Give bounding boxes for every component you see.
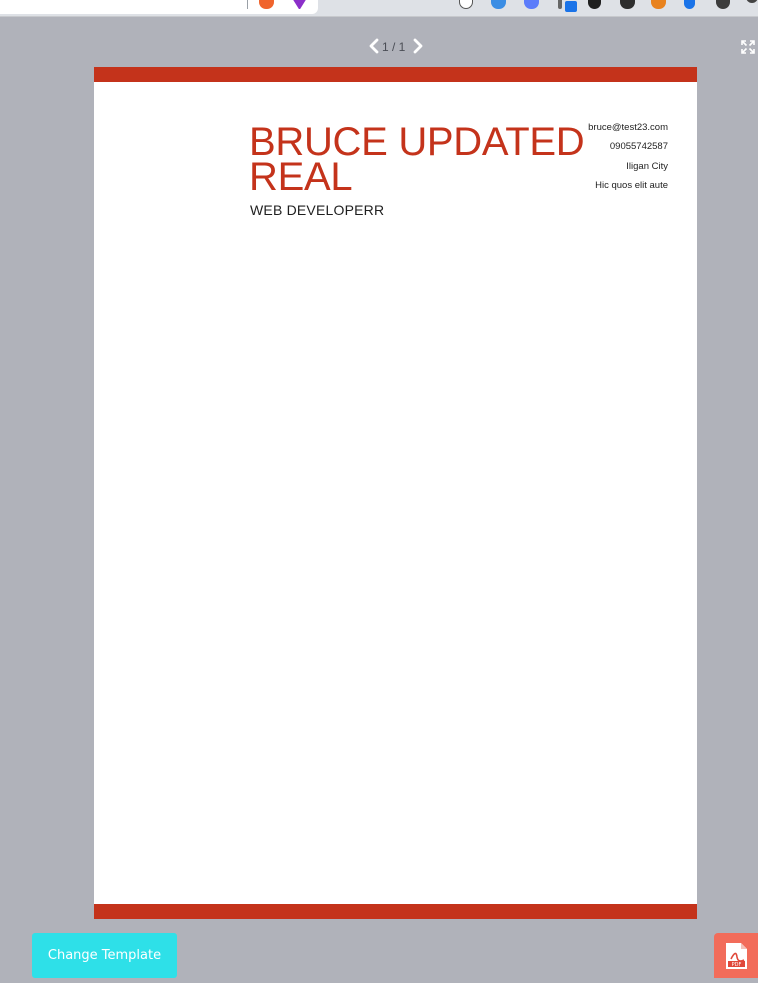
chevron-left-icon bbox=[369, 38, 379, 54]
contact-block: bruce@test23.com 09055742587 Iligan City… bbox=[588, 122, 668, 199]
fullscreen-button[interactable] bbox=[740, 39, 756, 55]
extension-pin-icon[interactable] bbox=[558, 0, 562, 9]
extension-translate-icon[interactable] bbox=[491, 0, 506, 9]
download-pdf-button[interactable]: PDF bbox=[714, 933, 758, 978]
footer-band bbox=[94, 904, 697, 919]
extension-arrow-icon[interactable] bbox=[684, 0, 695, 9]
brave-shield-icon[interactable] bbox=[259, 0, 274, 9]
address-bar[interactable] bbox=[0, 0, 318, 14]
contact-address: Hic quos elit aute bbox=[595, 179, 668, 191]
prev-page-button[interactable] bbox=[367, 38, 381, 54]
resume-job-title: WEB DEVELOPERR bbox=[250, 202, 385, 218]
extension-smiley-icon[interactable] bbox=[459, 0, 473, 9]
metamask-fox-icon[interactable] bbox=[651, 0, 666, 9]
resume-page: BRUCE UPDATED REAL WEB DEVELOPERR bruce@… bbox=[94, 67, 697, 919]
contact-email: bruce@test23.com bbox=[588, 122, 668, 133]
brave-rewards-icon[interactable] bbox=[292, 0, 307, 9]
pdf-file-icon: PDF bbox=[726, 943, 747, 969]
resume-name: BRUCE UPDATED REAL bbox=[249, 120, 585, 199]
extension-badge-icon[interactable] bbox=[565, 1, 577, 12]
header-band bbox=[94, 67, 697, 82]
pdf-label: PDF bbox=[732, 962, 742, 968]
address-bar-divider bbox=[247, 0, 248, 9]
chevron-right-icon bbox=[413, 38, 423, 54]
menu-icon[interactable] bbox=[746, 0, 758, 3]
extension-dark-circle-icon[interactable] bbox=[620, 0, 635, 9]
next-page-button[interactable] bbox=[411, 38, 425, 54]
contact-city: Iligan City bbox=[626, 160, 668, 172]
extension-window-icon[interactable] bbox=[588, 0, 601, 9]
change-template-button[interactable]: Change Template bbox=[32, 933, 177, 978]
expand-icon bbox=[741, 40, 755, 54]
extensions-puzzle-icon[interactable] bbox=[716, 0, 730, 9]
viewer-toolbar: 1 / 1 bbox=[0, 34, 758, 58]
page-indicator: 1 / 1 bbox=[382, 40, 406, 54]
browser-toolbar bbox=[0, 0, 758, 17]
contact-phone: 09055742587 bbox=[609, 141, 668, 153]
extension-circle-icon[interactable] bbox=[524, 0, 539, 9]
